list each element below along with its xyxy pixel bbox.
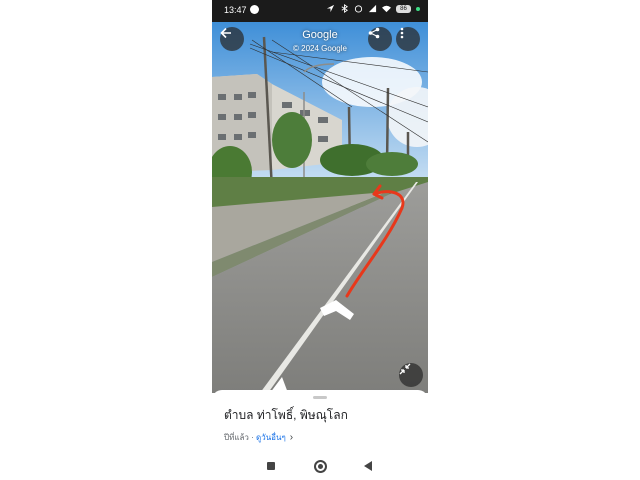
share-icon xyxy=(368,27,380,39)
signal-icon xyxy=(368,4,377,13)
arrow-left-icon xyxy=(220,27,231,39)
bluetooth-icon xyxy=(341,4,349,13)
chevron-right-icon: › xyxy=(289,432,294,443)
street-view-panorama[interactable]: Google © 2024 Google xyxy=(212,22,428,393)
collapse-view-button[interactable] xyxy=(399,363,423,387)
back-button[interactable] xyxy=(220,27,244,51)
place-name: ตำบล ท่าโพธิ์, พิษณุโลก xyxy=(224,408,348,422)
capture-date: ปีที่แล้ว · xyxy=(224,433,257,442)
messenger-icon xyxy=(250,5,259,14)
share-button[interactable] xyxy=(368,27,392,51)
status-time: 13:47 xyxy=(224,5,247,15)
charging-dot-icon xyxy=(416,6,420,11)
home-icon[interactable] xyxy=(314,460,327,473)
place-bottom-sheet[interactable]: ตำบล ท่าโพธิ์, พิษณุโลก ปีที่แล้ว · ดูวั… xyxy=(212,390,428,450)
status-icons: 86 xyxy=(326,4,420,13)
alarm-icon xyxy=(354,5,363,13)
recent-apps-icon[interactable] xyxy=(267,462,275,470)
see-other-dates-link[interactable]: ดูวันอื่นๆ xyxy=(256,433,286,442)
status-bar: 13:47 86 xyxy=(212,0,428,22)
street-view-copyright: © 2024 Google xyxy=(293,44,347,53)
capture-info-row: ปีที่แล้ว · ดูวันอื่นๆ › xyxy=(224,431,293,444)
wifi-icon xyxy=(382,5,391,13)
street-view-image xyxy=(212,22,428,393)
phone-screen: 13:47 86 Google © 2024 Google ตำบล ท่าโพ… xyxy=(212,0,428,480)
system-nav-bar xyxy=(212,452,428,480)
collapse-icon xyxy=(399,363,411,375)
nav-back-icon[interactable] xyxy=(364,461,372,471)
more-options-button[interactable] xyxy=(396,27,420,51)
battery-icon: 86 xyxy=(396,4,411,13)
drag-handle[interactable] xyxy=(313,396,327,399)
more-vert-icon xyxy=(400,27,404,39)
location-icon xyxy=(326,4,335,13)
